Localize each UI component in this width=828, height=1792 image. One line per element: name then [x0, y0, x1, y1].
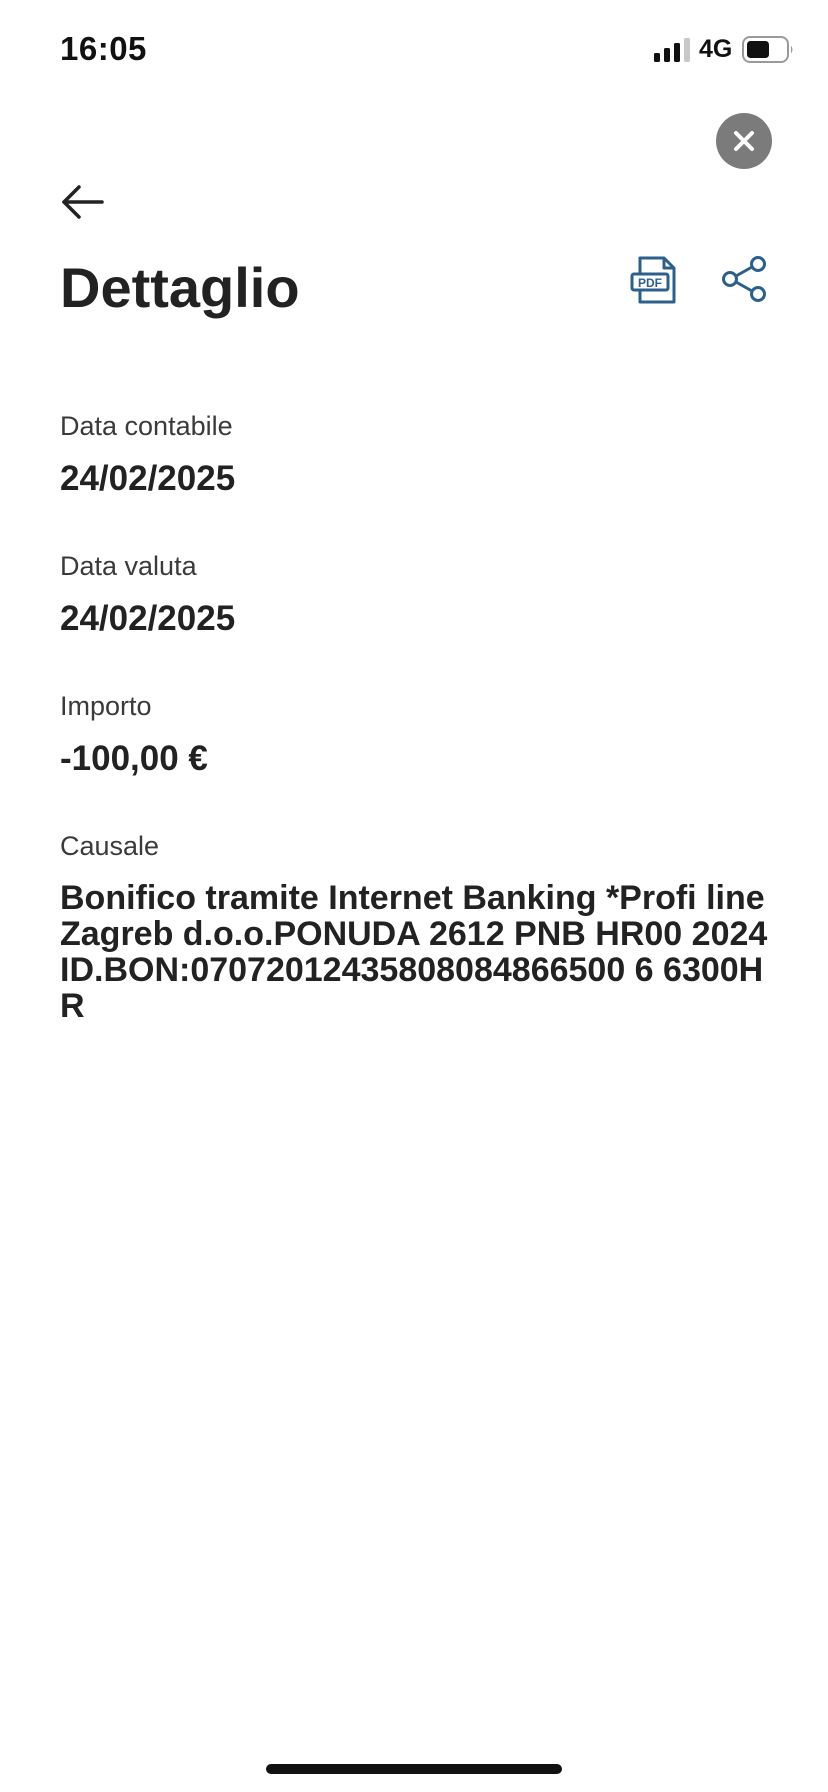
- field-label: Data valuta: [60, 551, 197, 581]
- status-bar: 16:05 4G: [0, 0, 828, 100]
- field-importo: Importo -100,00 €: [60, 689, 770, 779]
- share-button[interactable]: [720, 254, 768, 304]
- back-button[interactable]: [60, 182, 106, 222]
- battery-icon: [742, 36, 793, 63]
- field-value: Bonifico tramite Internet Banking *Profi…: [60, 879, 768, 1025]
- home-indicator[interactable]: [266, 1764, 562, 1774]
- signal-strength-icon: [654, 38, 690, 62]
- close-button[interactable]: [716, 113, 772, 169]
- field-value: 24/02/2025: [60, 599, 236, 638]
- field-label: Causale: [60, 831, 160, 861]
- pdf-icon-label: PDF: [638, 276, 662, 290]
- status-time: 16:05: [60, 30, 147, 67]
- field-data-contabile: Data contabile 24/02/2025: [60, 409, 770, 499]
- close-icon: [734, 131, 754, 151]
- field-value: 24/02/2025: [60, 459, 236, 498]
- share-icon: [722, 256, 766, 302]
- pdf-document-icon: PDF: [630, 256, 676, 304]
- field-causale: Causale Bonifico tramite Internet Bankin…: [60, 829, 770, 1024]
- arrow-left-icon: [62, 185, 104, 219]
- field-value: -100,00 €: [60, 739, 208, 778]
- field-label: Data contabile: [60, 411, 233, 441]
- page-title: Dettaglio: [60, 256, 300, 319]
- field-data-valuta: Data valuta 24/02/2025: [60, 549, 770, 639]
- pdf-download-button[interactable]: PDF: [630, 254, 682, 306]
- network-type: 4G: [699, 35, 733, 63]
- field-label: Importo: [60, 691, 152, 721]
